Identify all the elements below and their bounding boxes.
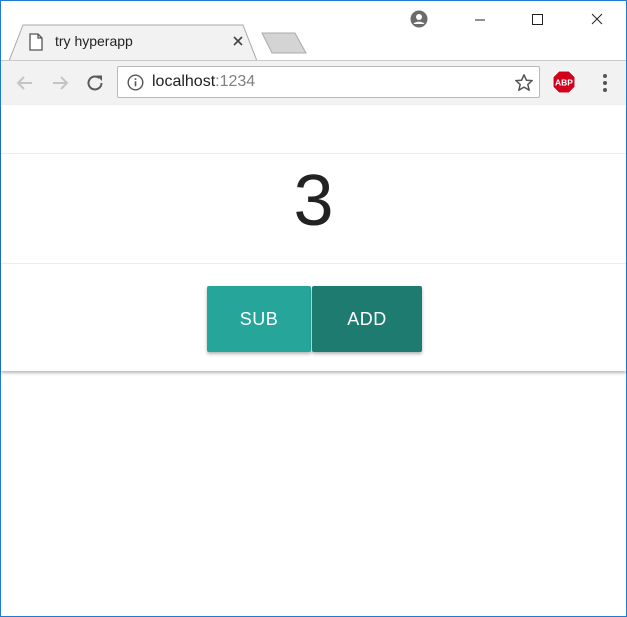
back-arrow-icon[interactable] [13, 71, 37, 95]
url-port: :1234 [215, 73, 256, 90]
title-bar: try hyperapp [1, 1, 626, 61]
browser-tab[interactable]: try hyperapp [9, 24, 257, 61]
close-icon[interactable] [229, 32, 247, 50]
url-text[interactable]: localhost:1234 [152, 73, 255, 91]
forward-arrow-icon[interactable] [48, 71, 72, 95]
add-button[interactable]: ADD [312, 286, 422, 352]
tab-title: try hyperapp [55, 33, 133, 49]
adblock-label: ABP [555, 78, 573, 88]
kebab-menu-icon[interactable] [597, 71, 613, 95]
star-icon[interactable] [514, 73, 534, 93]
sub-button[interactable]: SUB [207, 286, 311, 352]
reload-icon[interactable] [83, 71, 107, 95]
address-bar[interactable]: localhost:1234 [117, 66, 540, 98]
minimize-icon[interactable] [457, 1, 503, 37]
divider [1, 153, 626, 154]
browser-toolbar: localhost:1234 ABP [1, 60, 626, 106]
page-icon [29, 33, 43, 51]
browser-window: try hyperapp localhost:1234 ABP 3 SUB AD… [0, 0, 627, 617]
page-viewport: 3 SUB ADD [1, 105, 626, 616]
account-icon[interactable] [410, 10, 428, 28]
maximize-icon[interactable] [514, 1, 560, 37]
new-tab-button[interactable] [261, 32, 307, 54]
tab-background [9, 24, 257, 61]
adblock-plus-icon[interactable]: ABP [552, 70, 576, 94]
window-close-icon[interactable] [574, 1, 620, 37]
url-host: localhost [152, 73, 216, 90]
divider [1, 263, 626, 264]
counter-value: 3 [293, 161, 334, 241]
counter-card: 3 SUB ADD [1, 105, 626, 371]
info-icon[interactable] [127, 74, 144, 91]
